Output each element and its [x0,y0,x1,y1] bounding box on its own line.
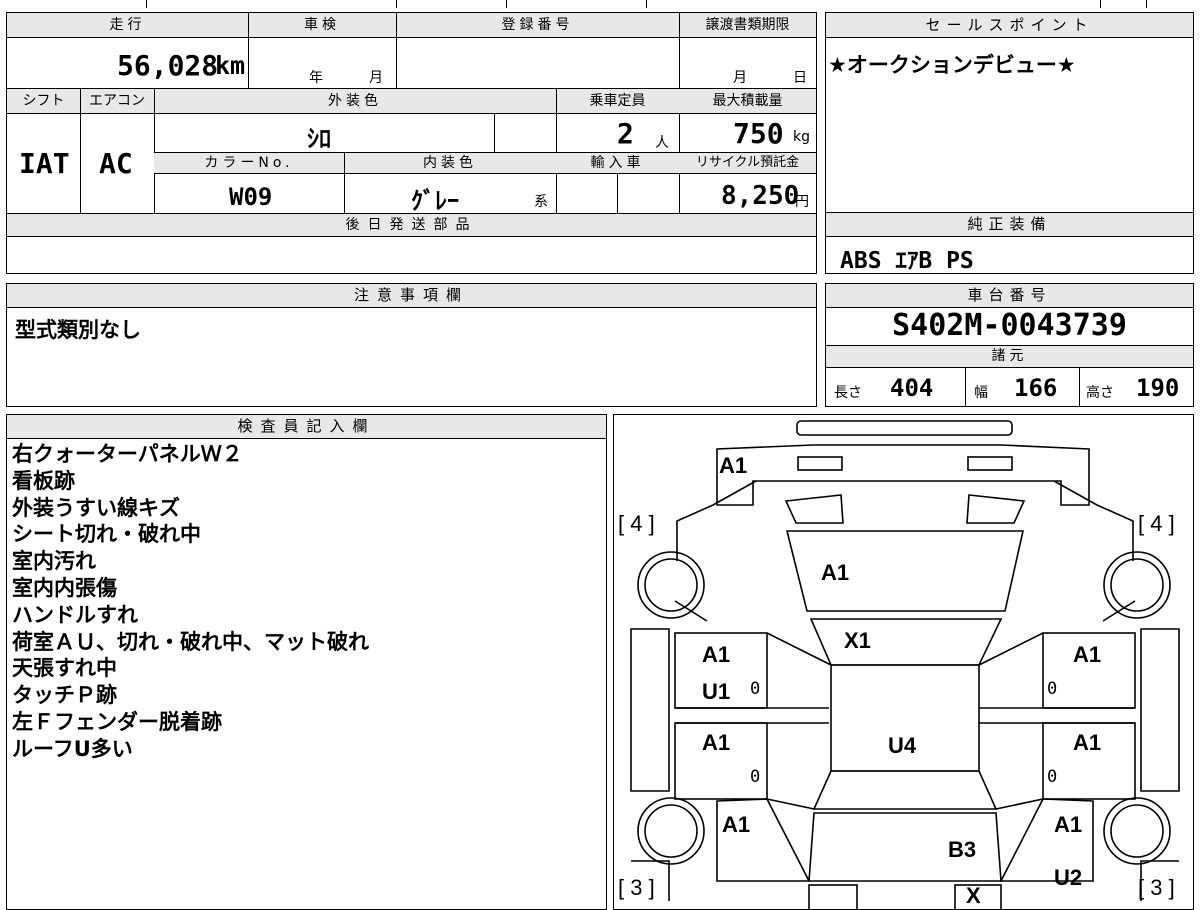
chassis-number: S402M-0043739 [892,308,1127,343]
notes-text: 型式類別なし [15,318,141,342]
inspector-line: 天張すれ中 [12,656,117,681]
inspector-line: 看板跡 [12,468,75,493]
inspector-line: 荷室ＡＵ、切れ・破れ中、マット破れ [12,629,369,654]
length-value: 404 [890,374,934,402]
exterior-color-value: ｼﾛ [307,125,331,153]
inspector-line: 右クォーターパネルＷ２ [12,442,243,466]
max-load-label: 最大積載量 [679,89,816,114]
vehicle-info-table: 走行 車検 登録番号 譲渡書類期限 56,028 km 年 月 月 日 シフト … [6,12,817,274]
width-value: 166 [1014,374,1058,402]
zero-lr: 0 [750,767,761,787]
zero-lf: 0 [750,679,761,699]
import-label: 輸入車 [556,153,679,174]
mark-rr-lower: U2 [1054,865,1083,890]
sales-point-text: ★オークションデビュー★ [828,53,1076,77]
tire-rr: [ 3 ] [1138,875,1175,900]
later-parts-label: 後日発送部品 [7,214,816,237]
equipment-text: ABS ｴｱB PS [840,248,974,274]
mark-lf-door-u: U1 [702,679,731,704]
aircon-label: エアコン [80,89,154,114]
interior-color-label: 内装色 [344,153,556,174]
inspector-notes: 右クォーターパネルＷ２ 看板跡 外装うすい線キズ シート切れ・破れ中 室内汚れ … [12,441,369,763]
inspector-line: ルーフU多い [12,736,133,761]
capacity-label: 乗車定員 [556,89,679,114]
notes-panel: 注意事項欄 型式類別なし [6,283,817,407]
mileage-value: 56,028 [117,49,219,82]
max-load-value: 750 [733,117,784,150]
inspector-line: 室内内張傷 [12,575,117,600]
car-diagram [630,420,1180,909]
mark-cargo: B3 [948,837,977,862]
interior-color-value: ｸﾞﾚｰ [411,187,459,215]
height-label: 高さ [1086,385,1114,401]
shift-label: シフト [7,89,80,114]
transfer-day-unit: 日 [793,70,807,86]
inspection-label: 車検 [248,13,396,38]
mark-windshield: X1 [844,628,871,653]
mileage-unit: km [215,51,246,80]
inspector-line: タッチＰ跡 [12,683,117,708]
transfer-month-unit: 月 [733,70,747,86]
mark-hood: A1 [821,560,850,585]
inspector-label: 検査員記入欄 [7,415,606,439]
aircon-value: AC [99,147,133,180]
max-load-unit: kg [793,129,810,145]
capacity-value: 2 [617,117,634,150]
width-label: 幅 [974,385,988,401]
transfer-deadline-label: 譲渡書類期限 [679,13,816,38]
equipment-label: 純正装備 [826,213,1193,237]
length-label: 長さ [834,385,862,401]
color-no-label: カラーNo. [154,153,344,174]
mark-rr-door: A1 [1073,730,1102,755]
mileage-label: 走行 [7,13,248,38]
tire-lr: [ 3 ] [618,875,655,900]
mark-roof: U4 [888,733,917,758]
inspector-line: 外装うすい線キズ [12,495,180,520]
mark-front: A1 [719,453,748,478]
mark-lr-quarter: A1 [722,812,751,837]
mark-rr-quarter: A1 [1054,812,1083,837]
capacity-unit: 人 [655,135,669,151]
height-value: 190 [1136,374,1180,402]
mark-rear: X [966,883,981,908]
recycle-fee-value: 8,250 [721,181,800,211]
interior-suffix: 系 [534,194,548,210]
zero-rf: 0 [1047,679,1058,699]
sales-point-label: セールスポイント [826,13,1193,38]
inspection-year-unit: 年 [309,70,323,86]
inspector-line: ハンドルすれ [12,602,138,627]
recycle-label: リサイクル預託金 [679,153,816,174]
mark-lr-door: A1 [702,730,731,755]
sales-point-panel: セールスポイント ★オークションデビュー★ [825,12,1194,213]
inspector-line: 室内汚れ [12,549,96,574]
inspection-month-unit: 月 [369,70,383,86]
color-no-value: W09 [229,183,273,211]
notes-label: 注意事項欄 [7,284,816,308]
inspector-line: 左Ｆフェンダー脱着跡 [12,709,222,734]
equipment-panel: 純正装備 ABS ｴｱB PS [825,212,1194,274]
chassis-panel: 車台番号 S402M-0043739 諸元 長さ 404 幅 166 高さ 19… [825,283,1194,407]
shift-value: IAT [19,147,70,180]
specs-label: 諸元 [826,346,1193,368]
chassis-label: 車台番号 [826,284,1193,308]
registration-label: 登録番号 [396,13,679,38]
top-strip [6,0,1194,8]
inspector-line: シート切れ・破れ中 [12,522,201,547]
exterior-color-label: 外装色 [154,89,556,114]
zero-rr: 0 [1047,767,1058,787]
recycle-unit: 円 [795,194,809,210]
tire-lf: [ 4 ] [618,511,655,536]
mark-lf-door: A1 [702,642,731,667]
mark-rf-door: A1 [1073,642,1102,667]
car-diagram-panel: [ 4 ] [ 4 ] [ 3 ] [ 3 ] A1 A1 X1 A1 U1 A… [613,414,1194,910]
tire-rf: [ 4 ] [1138,511,1175,536]
